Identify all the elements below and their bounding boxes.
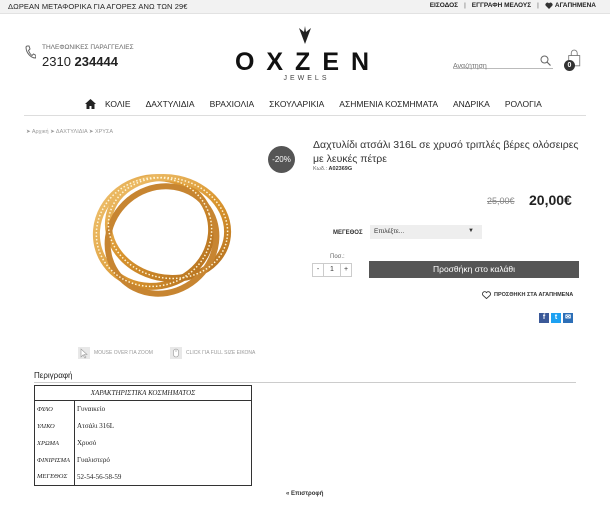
divider: |	[464, 2, 466, 9]
quantity-input[interactable]: 1	[323, 264, 341, 276]
account-links: ΕΙΣΟΔΟΣ | ΕΓΓΡΑΦΗ ΜΕΛΟΥΣ | ΑΓΑΠΗΜΕΝΑ	[430, 2, 596, 9]
fullsize-hint: CLICK ΓΙΑ FULL SIZE ΕΙΚΟΝΑ	[170, 347, 255, 359]
breadcrumb[interactable]: ➤ Αρχική ➤ ΔΑΧΤΥΛΙΔΙΑ ➤ ΧΡΥΣΑ	[26, 129, 113, 135]
table-row: ΜΕΓΕΘΟΣ 52-54-56-58-59	[34, 468, 252, 486]
share-buttons: f t ✉	[539, 313, 575, 323]
spec-value: Χρυσό	[74, 434, 252, 452]
quantity-decrease-button[interactable]: -	[313, 264, 323, 276]
table-row: ΥΛΙΚΟ Ατσάλι 316L	[34, 417, 252, 435]
cart-button[interactable]: 0	[564, 49, 584, 71]
email-icon[interactable]: ✉	[563, 313, 573, 323]
quantity-label: Ποσ.:	[330, 254, 345, 260]
spec-value: Γυναικείο	[74, 400, 252, 418]
discount-badge: -20%	[268, 146, 295, 173]
spec-key: ΦΥΛΟ	[34, 400, 75, 418]
butterfly-icon	[299, 26, 311, 44]
nav-item-rings[interactable]: ΔΑΧΤΥΛΙΔΙΑ	[146, 99, 195, 109]
mouse-icon	[170, 347, 182, 359]
search-icon[interactable]	[540, 55, 551, 66]
product-title: Δαχτυλίδι ατσάλι 316L σε χρυσό τριπλές β…	[313, 139, 579, 165]
table-row: ΦΥΛΟ Γυναικείο	[34, 400, 252, 418]
quantity-stepper: - 1 +	[312, 263, 352, 277]
login-link[interactable]: ΕΙΣΟΔΟΣ	[430, 2, 458, 9]
current-price: 20,00€	[529, 192, 572, 208]
nav-item-earrings[interactable]: ΣΚΟΥΛΑΡΙΚΙΑ	[269, 99, 324, 109]
product-code-label: Κωδ.:	[313, 166, 328, 172]
old-price: 25,00€	[487, 196, 515, 206]
nav-item-bracelets[interactable]: ΒΡΑΧΙΟΛΙΑ	[210, 99, 255, 109]
search-box	[453, 55, 553, 73]
register-link[interactable]: ΕΓΓΡΑΦΗ ΜΕΛΟΥΣ	[472, 2, 531, 9]
specs-table-header: ΧΑΡΑΚΤΗΡΙΣΤΙΚΑ ΚΟΣΜΗΜΑΤΟΣ	[34, 385, 252, 401]
spec-value: 52-54-56-58-59	[74, 468, 252, 486]
phone-icon	[25, 45, 36, 59]
spec-value: Ατσάλι 316L	[74, 417, 252, 435]
home-icon[interactable]	[85, 99, 96, 109]
logo-subtitle: JEWELS	[283, 75, 330, 82]
search-input[interactable]	[453, 60, 537, 73]
add-to-cart-button[interactable]: Προσθήκη στο καλάθι	[369, 261, 579, 278]
size-select[interactable]: Επιλέξτε... ▼	[370, 225, 482, 239]
cart-count-badge: 0	[564, 60, 575, 71]
phone-label: ΤΗΛΕΦΩΝΙΚΕΣ ΠΑΡΑΓΓΕΛΙΕΣ	[42, 44, 134, 51]
facebook-icon[interactable]: f	[539, 313, 549, 323]
zoom-hint-label: MOUSE OVER ΓΙΑ ZOOM	[94, 350, 153, 356]
nav-item-mens[interactable]: ΑΝΔΡΙΚΑ	[453, 99, 490, 109]
specs-table: ΧΑΡΑΚΤΗΡΙΣΤΙΚΑ ΚΟΣΜΗΜΑΤΟΣ ΦΥΛΟ Γυναικείο…	[34, 385, 252, 486]
nav-item-necklaces[interactable]: ΚΟΛΙΕ	[105, 99, 131, 109]
phone-orders: ΤΗΛΕΦΩΝΙΚΕΣ ΠΑΡΑΓΓΕΛΙΕΣ 2310 234444	[24, 44, 134, 69]
description-divider	[34, 382, 576, 383]
phone-prefix: 2310	[42, 54, 71, 69]
top-bar: ΔΩΡΕΑΝ ΜΕΤΑΦΟΡΙΚΑ ΓΙΑ ΑΓΟΡΕΣ ΑΝΩ ΤΩΝ 29€…	[0, 0, 610, 14]
phone-number[interactable]: 2310 234444	[42, 54, 118, 69]
spec-key: ΧΡΩΜΑ	[34, 434, 75, 452]
back-link[interactable]: « Επιστροφή	[286, 491, 323, 497]
add-to-favorites-button[interactable]: ΠΡΟΣΘΗΚΗ ΣΤΑ ΑΓΑΠΗΜΕΝΑ	[482, 291, 573, 299]
product-code-value: A02369G	[328, 166, 353, 172]
dropdown-arrow-icon: ▼	[468, 228, 474, 234]
heart-icon	[545, 2, 553, 9]
specs-table-title: ΧΑΡΑΚΤΗΡΙΣΤΙΚΑ ΚΟΣΜΗΜΑΤΟΣ	[34, 385, 252, 401]
site-logo[interactable]: OXZEN JEWELS	[222, 26, 388, 86]
spec-key: ΦΙΝΙΡΙΣΜΑ	[34, 451, 75, 469]
nav-item-watches[interactable]: ΡΟΛΟΓΙΑ	[505, 99, 542, 109]
phone-main: 234444	[74, 54, 118, 69]
heart-outline-icon	[482, 291, 491, 299]
spec-value: Γυαλιστερό	[74, 451, 252, 469]
fullsize-hint-label: CLICK ΓΙΑ FULL SIZE ΕΙΚΟΝΑ	[186, 350, 256, 356]
nav-divider	[24, 115, 586, 116]
twitter-icon[interactable]: t	[551, 313, 561, 323]
zoom-hint: MOUSE OVER ΓΙΑ ZOOM	[78, 347, 153, 359]
table-row: ΦΙΝΙΡΙΣΜΑ Γυαλιστερό	[34, 451, 252, 469]
product-image[interactable]	[76, 154, 248, 306]
favorites-label: ΑΓΑΠΗΜΕΝΑ	[554, 2, 596, 9]
spec-key: ΥΛΙΚΟ	[34, 417, 75, 435]
tab-description[interactable]: Περιγραφή	[34, 371, 72, 380]
cursor-icon	[78, 347, 90, 359]
product-code: Κωδ.: A02369G	[313, 166, 352, 172]
table-row: ΧΡΩΜΑ Χρυσό	[34, 434, 252, 452]
quantity-increase-button[interactable]: +	[341, 264, 351, 276]
divider: |	[537, 2, 539, 9]
size-label: ΜΕΓΕΘΟΣ	[333, 230, 363, 236]
nav-item-silver-jewelry[interactable]: ΑΣΗΜΕΝΙΑ ΚΟΣΜΗΜΑΤΑ	[339, 99, 438, 109]
favorites-link[interactable]: ΑΓΑΠΗΜΕΝΑ	[545, 2, 596, 9]
logo-wordmark: OXZEN	[234, 48, 382, 76]
free-shipping-promo: ΔΩΡΕΑΝ ΜΕΤΑΦΟΡΙΚΑ ΓΙΑ ΑΓΟΡΕΣ ΑΝΩ ΤΩΝ 29€	[8, 2, 188, 11]
main-nav: ΚΟΛΙΕ ΔΑΧΤΥΛΙΔΙΑ ΒΡΑΧΙΟΛΙΑ ΣΚΟΥΛΑΡΙΚΙΑ Α…	[0, 96, 610, 116]
add-to-favorites-label: ΠΡΟΣΘΗΚΗ ΣΤΑ ΑΓΑΠΗΜΕΝΑ	[494, 292, 574, 298]
spec-key: ΜΕΓΕΘΟΣ	[34, 468, 75, 486]
size-select-value: Επιλέξτε...	[374, 228, 405, 235]
